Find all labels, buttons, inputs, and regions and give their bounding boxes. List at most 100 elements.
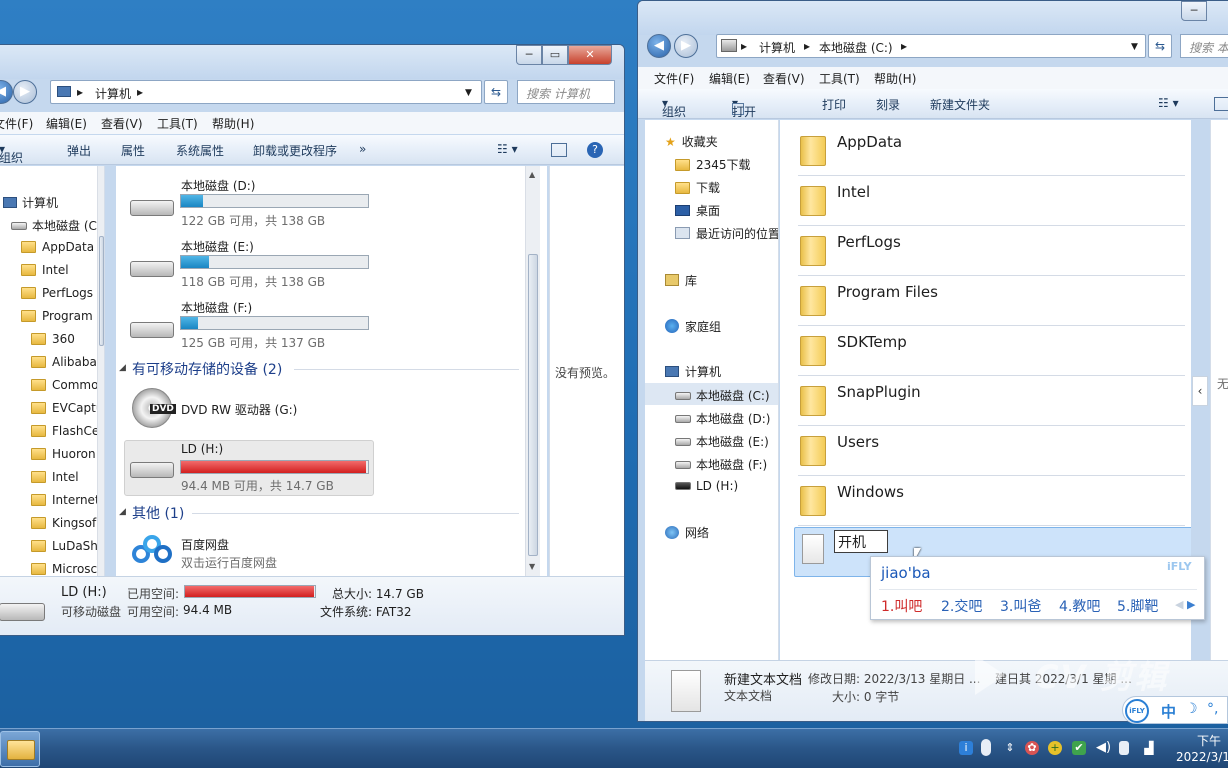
folder-item[interactable]: Windows [837,483,904,501]
eject-button[interactable]: 弹出 [67,142,91,159]
refresh-button[interactable]: ⇆ [1148,34,1172,58]
tree-item[interactable]: LuDaShi [31,539,101,553]
menu-view[interactable]: 查看(V) [101,115,143,132]
content-scroll-thumb[interactable] [528,254,538,556]
ime-tray-icon[interactable]: i [959,741,973,755]
tree-item[interactable]: Commo [31,378,98,392]
folder-item[interactable]: Program Files [837,283,938,301]
address-crumb-computer[interactable]: 计算机 [759,39,795,56]
menu-tools[interactable]: 工具(T) [157,115,198,132]
ime-candidate-1[interactable]: 1.叫吧 [881,596,922,616]
print-button[interactable]: 打印 [822,96,846,113]
other-section-header[interactable]: 其他 (1) [132,503,184,523]
ime-prev-page-icon[interactable]: ◀ [1175,598,1183,611]
address-bar[interactable]: ▸ 计算机 ▸ 本地磁盘 (C:) ▸ ▼ [716,34,1146,58]
minimize-button[interactable]: ─ [1181,1,1207,21]
library-header[interactable]: 库 [665,272,697,289]
fav-item[interactable]: 下载 [675,179,720,196]
tree-item[interactable]: AppData [21,240,94,254]
folder-item[interactable]: SnapPlugin [837,383,921,401]
nav-drive-e[interactable]: 本地磁盘 (E:) [675,433,769,450]
folder-item[interactable]: Users [837,433,879,451]
forward-button[interactable]: ▶ [13,80,37,104]
search-input[interactable]: 搜索 本 [1180,34,1228,58]
ime-candidate-3[interactable]: 3.叫爸 [1000,596,1041,616]
burn-button[interactable]: 刻录 [876,96,900,113]
favorites-header[interactable]: ★ 收藏夹 [665,133,718,150]
ime-candidate-4[interactable]: 4.教吧 [1059,596,1100,616]
ime-candidate-5[interactable]: 5.脚靶 [1117,596,1158,616]
network-header[interactable]: 网络 [665,524,709,541]
preview-pane-icon[interactable] [1214,97,1228,111]
minimize-button[interactable]: ─ [516,45,542,65]
new-folder-button[interactable]: 新建文件夹 [930,96,990,113]
properties-button[interactable]: 属性 [121,142,145,159]
back-button[interactable]: ◀ [647,34,671,58]
menu-edit[interactable]: 编辑(E) [46,115,87,132]
rename-input[interactable]: 开机 [834,530,888,553]
system-properties-button[interactable]: 系统属性 [176,142,224,159]
folder-item[interactable]: SDKTemp [837,333,907,351]
drive-e-name[interactable]: 本地磁盘 (E:) [181,238,254,255]
tree-item[interactable]: Huoron [31,447,96,461]
tree-item[interactable]: Intel [21,263,69,277]
ime-status-bar[interactable]: iFLY 中 ☽ °, [1122,696,1228,724]
ime-mode-chinese[interactable]: 中 [1161,701,1176,722]
menu-file[interactable]: 文件(F) [654,70,694,87]
organize-button[interactable]: 组织 ▾ [0,142,23,165]
nav-drive-d[interactable]: 本地磁盘 (D:) [675,410,770,427]
menu-edit[interactable]: 编辑(E) [709,70,750,87]
help-icon[interactable]: ? [587,142,603,158]
nav-drive-c[interactable]: 本地磁盘 (C:) [675,387,770,404]
app-tray-icon-3[interactable]: ✔ [1072,741,1086,755]
usb-drive-name[interactable]: LD (H:) [181,442,223,456]
tree-item[interactable]: Internet [31,493,100,507]
nav-drive-f[interactable]: 本地磁盘 (F:) [675,456,767,473]
open-button[interactable]: 打开 ▾ [732,96,756,119]
tree-item[interactable]: Microsc [31,562,97,576]
baidu-netdisk-name[interactable]: 百度网盘 [181,536,229,553]
menu-view[interactable]: 查看(V) [763,70,805,87]
chevron-down-icon[interactable]: ▼ [1131,42,1138,52]
more-commands-button[interactable]: » [359,142,366,156]
scroll-down-icon[interactable]: ▼ [529,562,535,571]
removable-section-header[interactable]: 有可移动存储的设备 (2) [132,359,282,379]
folder-item[interactable]: Intel [837,183,870,201]
collapse-arrow-icon[interactable]: ◢ [119,507,126,517]
folder-item[interactable]: PerfLogs [837,233,901,251]
back-button[interactable]: ◀ [0,80,13,104]
app-tray-icon-2[interactable]: + [1048,741,1062,755]
preview-pane-icon[interactable] [551,143,567,157]
computer-header[interactable]: 计算机 [665,363,721,380]
menu-help[interactable]: 帮助(H) [874,70,916,87]
network-signal-icon[interactable]: ▟ [1142,741,1156,755]
scroll-up-icon[interactable]: ▲ [529,170,535,179]
tree-item[interactable]: Alibaba [31,355,97,369]
address-bar[interactable]: ▸ 计算机 ▸ ▼ [50,80,482,104]
chevron-down-icon[interactable]: ▼ [465,88,472,98]
view-options-icon[interactable]: ☷ ▾ [1158,96,1179,110]
fav-item[interactable]: 桌面 [675,202,720,219]
clock-date[interactable]: 2022/3/1 [1176,750,1228,764]
address-crumb[interactable]: 计算机 [95,85,131,102]
tree-item[interactable]: PerfLogs [21,286,93,300]
tree-item[interactable]: Program [21,309,93,323]
nav-drive-h[interactable]: LD (H:) [675,479,738,493]
maximize-button[interactable]: ▭ [542,45,568,65]
uninstall-button[interactable]: 卸载或更改程序 [253,142,337,159]
tree-item[interactable]: 360 [31,332,75,346]
drive-f-name[interactable]: 本地磁盘 (F:) [181,299,252,316]
menu-file[interactable]: 文件(F) [0,115,33,132]
menu-help[interactable]: 帮助(H) [212,115,254,132]
nav-scroll-thumb[interactable] [99,236,104,346]
dvd-drive-name[interactable]: DVD RW 驱动器 (G:) [181,401,297,418]
clock-time[interactable]: 下午 [1197,732,1221,749]
drive-d-name[interactable]: 本地磁盘 (D:) [181,177,255,194]
homegroup-header[interactable]: 家庭组 [665,318,721,335]
tree-computer[interactable]: 计算机 [3,194,58,211]
tray-arrows-icon[interactable]: ⇕ [1003,741,1017,755]
close-button[interactable]: ✕ [568,45,612,65]
punctuation-icon[interactable]: °, [1207,701,1218,717]
collapse-arrow-icon[interactable]: ◢ [119,363,126,373]
menu-tools[interactable]: 工具(T) [819,70,860,87]
